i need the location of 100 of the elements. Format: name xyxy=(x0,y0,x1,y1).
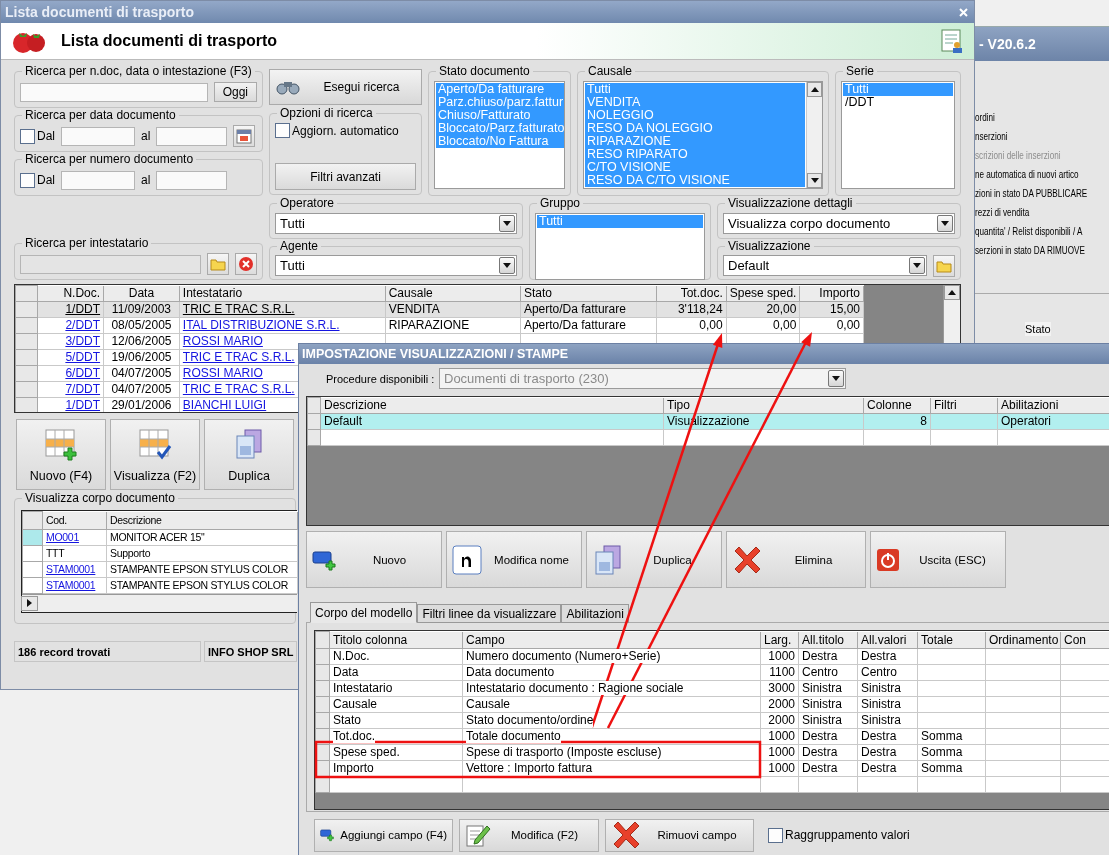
column-header[interactable]: Larg. xyxy=(760,631,799,648)
input-field[interactable] xyxy=(61,170,135,190)
tab[interactable]: Filtri linee da visualizzare xyxy=(417,604,562,623)
table-cell: Sinistra xyxy=(857,696,918,712)
dropdown-field[interactable]: Default xyxy=(723,255,927,276)
column-header[interactable]: N.Doc. xyxy=(37,285,104,301)
link[interactable]: BIANCHI LUIGI xyxy=(182,398,267,412)
action-button[interactable]: Visualizza (F2) xyxy=(110,419,200,490)
dropdown-field[interactable]: Tutti xyxy=(275,255,517,276)
column-header[interactable]: Importo xyxy=(799,285,864,301)
calendar-button[interactable] xyxy=(233,125,256,147)
column-header[interactable]: Colonne xyxy=(863,397,931,413)
table-cell: Sinistra xyxy=(798,696,858,712)
browse-button[interactable] xyxy=(933,254,955,277)
menu-item[interactable]: serzioni in stato DA RIMUOVE xyxy=(975,244,1085,257)
scrollbar[interactable] xyxy=(806,82,822,188)
action-button[interactable]: Duplica xyxy=(204,419,294,490)
checkbox[interactable] xyxy=(768,827,783,843)
toolbar-button[interactable]: Modifica nome xyxy=(446,531,582,588)
column-header[interactable]: Descrizione xyxy=(106,511,298,529)
input-field[interactable] xyxy=(156,126,228,146)
table-cell: RIPARAZIONE xyxy=(385,317,521,333)
caret-icon xyxy=(27,599,32,607)
cross-icon xyxy=(732,544,762,575)
column-header[interactable]: Stato xyxy=(520,285,657,301)
tab[interactable]: Abilitazioni xyxy=(561,604,629,623)
status-text: 186 record trovati xyxy=(14,641,201,662)
checkbox[interactable] xyxy=(275,123,290,138)
field-label: Procedure disponibili : xyxy=(326,372,433,385)
toolbar-button[interactable]: Uscita (ESC) xyxy=(870,531,1006,588)
advanced-filters-button[interactable]: Filtri avanzati xyxy=(275,163,416,190)
table-cell: Destra xyxy=(857,648,918,664)
column-header[interactable]: Campo xyxy=(462,631,761,648)
toolbar-button[interactable]: Rimuovi campo xyxy=(605,818,754,852)
search-button[interactable]: Esegui ricerca xyxy=(269,69,422,105)
people-list-icon xyxy=(940,29,964,53)
today-button[interactable]: Oggi xyxy=(213,82,257,102)
toolbar-button[interactable]: Nuovo xyxy=(306,531,442,588)
menu-item[interactable]: zioni in stato DA PUBBLICARE xyxy=(975,187,1088,200)
column-header[interactable]: Cod. xyxy=(42,511,107,529)
toolbar-button[interactable]: Elimina xyxy=(726,531,866,588)
column-header[interactable]: Titolo colonna xyxy=(329,631,463,648)
column-header[interactable]: Tipo xyxy=(663,397,864,413)
menu-item[interactable]: nserzioni xyxy=(975,130,1008,143)
menu-item[interactable]: quantita' / Relist disponibili / A xyxy=(975,225,1083,238)
column-header[interactable]: Causale xyxy=(385,285,521,301)
dropdown-button[interactable] xyxy=(499,215,515,232)
column-header[interactable]: All.titolo xyxy=(798,631,858,648)
column-header[interactable]: Ordinamento xyxy=(985,631,1061,648)
column-header[interactable]: Spese sped. xyxy=(726,285,800,301)
checkbox[interactable] xyxy=(20,172,35,188)
dropdown-field[interactable]: Visualizza corpo documento xyxy=(723,213,955,234)
column-header[interactable]: Totale xyxy=(917,631,986,648)
column-header[interactable]: All.valori xyxy=(857,631,918,648)
folder-icon xyxy=(210,257,226,271)
group-label: Operatore xyxy=(277,196,338,210)
table-cell: 0,00 xyxy=(656,317,727,333)
column-header[interactable]: Descrizione xyxy=(320,397,664,413)
table-cell: 15,00 xyxy=(799,301,864,317)
column-header[interactable]: Tot.doc. xyxy=(656,285,727,301)
dropdown-field[interactable]: Tutti xyxy=(275,213,517,234)
column-header[interactable]: Filtri xyxy=(930,397,998,413)
list-item[interactable]: /DDT xyxy=(843,96,953,109)
browse-button[interactable] xyxy=(207,253,229,275)
dropdown-button[interactable] xyxy=(937,215,953,232)
table-cell: Somma xyxy=(917,744,986,760)
checkbox[interactable] xyxy=(20,128,35,144)
table-cell: Centro xyxy=(798,664,858,680)
group-label: Opzioni di ricerca xyxy=(277,106,376,120)
clear-button[interactable] xyxy=(235,253,257,275)
input-field[interactable] xyxy=(156,170,228,190)
action-button[interactable]: Nuovo (F4) xyxy=(16,419,106,490)
checkbox-label: Aggiorn. automatico xyxy=(292,123,399,138)
range-label: al xyxy=(141,129,151,143)
column-header[interactable]: Intestatario xyxy=(179,285,386,301)
menu-item[interactable]: rezzi di vendita xyxy=(975,206,1030,219)
column-header[interactable]: Data xyxy=(103,285,180,301)
table-cell: Sinistra xyxy=(857,680,918,696)
table-cell: 3'118,24 xyxy=(656,301,727,317)
toolbar-button[interactable]: Modifica (F2) xyxy=(459,818,599,852)
menu-item[interactable]: ordini xyxy=(975,111,995,124)
input-field[interactable] xyxy=(61,126,135,146)
table-cell: 08/05/2005 xyxy=(103,317,180,333)
tab[interactable]: Corpo del modello xyxy=(310,602,418,623)
search-field[interactable] xyxy=(20,82,208,102)
dropdown-button[interactable] xyxy=(499,257,515,274)
toolbar-button[interactable]: Aggiungi campo (F4) xyxy=(314,818,453,852)
caret-icon xyxy=(503,263,511,268)
menu-item[interactable]: ne automatica di nuovi artico xyxy=(975,168,1079,181)
table-cell: STAMPANTE EPSON STYLUS COLOR xyxy=(106,561,298,577)
window-title: Lista documenti di trasporto xyxy=(5,4,194,20)
table-cell: Spese di trasporto (Imposte escluse) xyxy=(462,744,761,760)
toolbar-button[interactable]: Duplica xyxy=(586,531,722,588)
table-cell: Destra xyxy=(798,728,858,744)
customer-field[interactable] xyxy=(20,254,201,274)
dropdown-button[interactable] xyxy=(909,257,925,274)
column-header[interactable]: Con xyxy=(1060,631,1109,648)
table-cell: 1000 xyxy=(760,648,799,664)
table-cell: Destra xyxy=(857,760,918,776)
column-header[interactable]: Abilitazioni xyxy=(997,397,1109,413)
